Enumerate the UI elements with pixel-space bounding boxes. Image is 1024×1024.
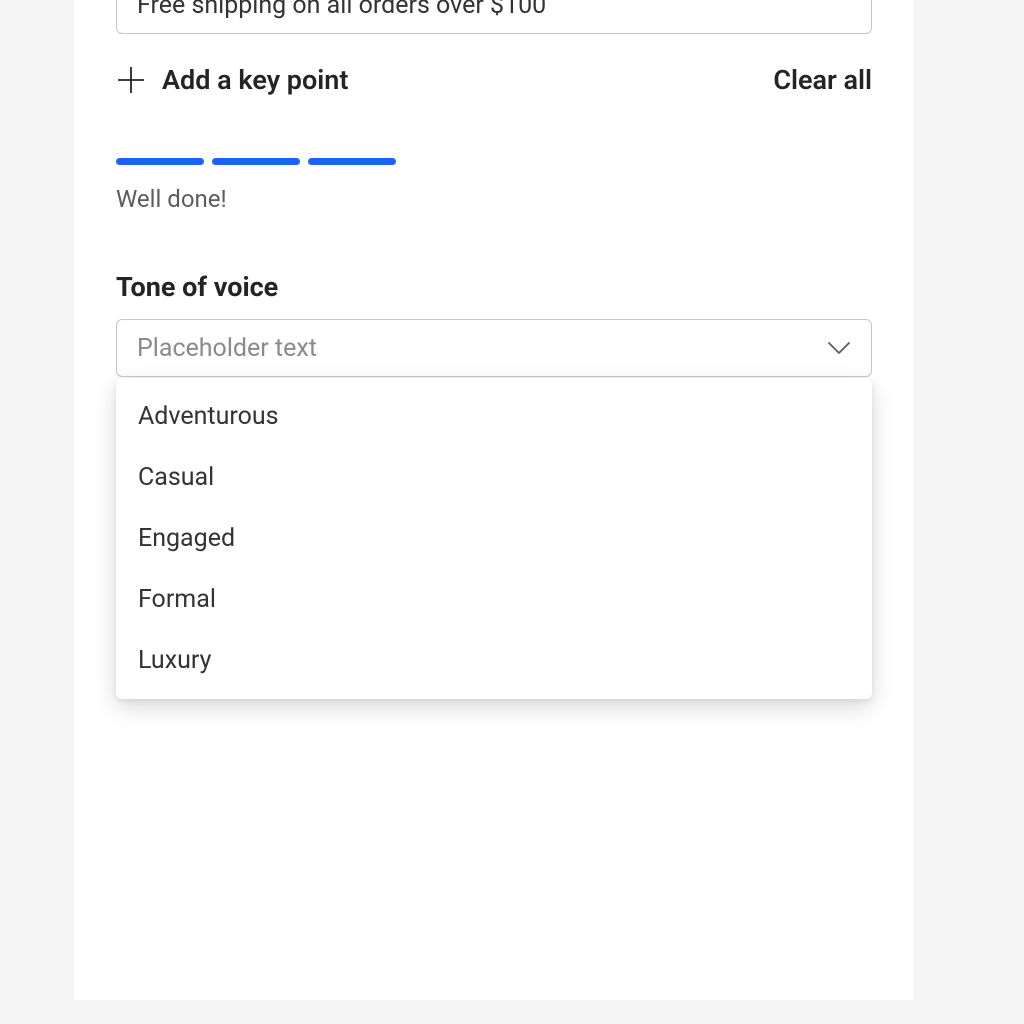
progress-indicator: [116, 158, 872, 165]
tone-dropdown-field[interactable]: Placeholder text: [116, 319, 872, 377]
plus-icon: [116, 65, 146, 95]
tone-option-adventurous[interactable]: Adventurous: [116, 386, 872, 447]
content-card: Free shipping on all orders over $100 Ad…: [74, 0, 914, 1000]
key-point-value: Free shipping on all orders over $100: [137, 0, 546, 20]
progress-bar-3: [308, 158, 396, 165]
progress-bar-1: [116, 158, 204, 165]
actions-row: Add a key point Clear all: [116, 64, 872, 96]
chevron-down-icon: [827, 341, 851, 355]
clear-all-label: Clear all: [773, 64, 872, 96]
tone-dropdown-wrapper: Placeholder text Adventurous Casual Enga…: [116, 319, 872, 377]
tone-option-luxury[interactable]: Luxury: [116, 630, 872, 691]
add-key-point-label: Add a key point: [162, 64, 348, 96]
tone-option-engaged[interactable]: Engaged: [116, 508, 872, 569]
clear-all-button[interactable]: Clear all: [773, 64, 872, 96]
tone-option-formal[interactable]: Formal: [116, 569, 872, 630]
tone-dropdown-placeholder: Placeholder text: [137, 334, 317, 363]
tone-of-voice-label: Tone of voice: [116, 271, 872, 303]
progress-message: Well done!: [116, 185, 872, 213]
tone-option-casual[interactable]: Casual: [116, 447, 872, 508]
progress-bar-2: [212, 158, 300, 165]
add-key-point-button[interactable]: Add a key point: [116, 64, 348, 96]
key-point-input[interactable]: Free shipping on all orders over $100: [116, 0, 872, 34]
tone-dropdown-list: Adventurous Casual Engaged Formal Luxury: [116, 378, 872, 699]
